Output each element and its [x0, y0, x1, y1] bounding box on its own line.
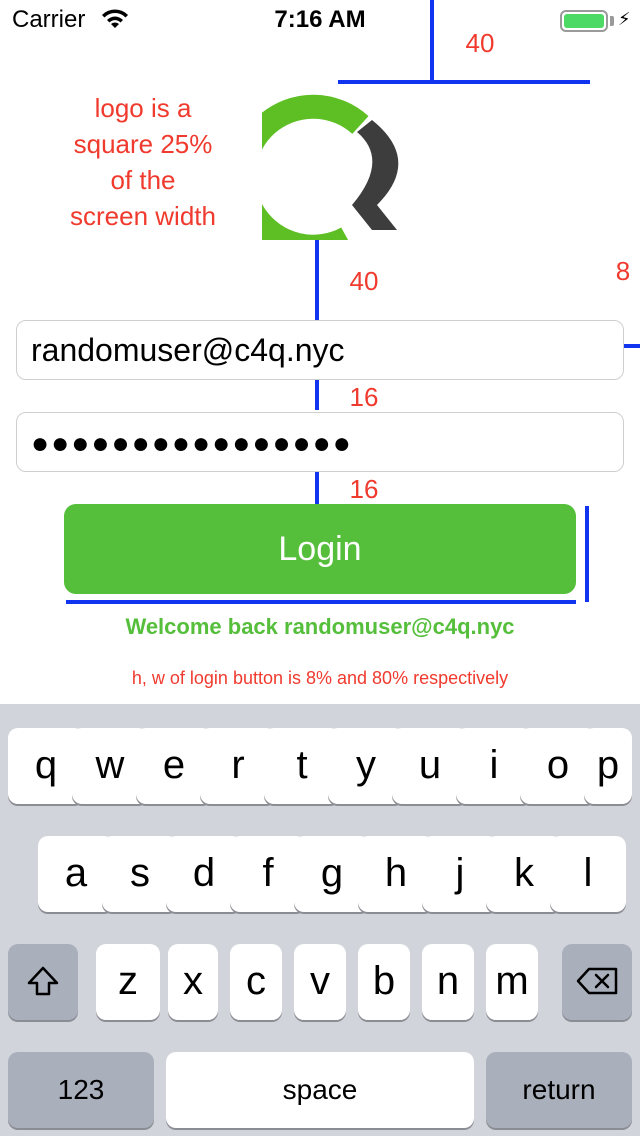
key-c[interactable]: c	[230, 944, 282, 1020]
key-l[interactable]: l	[550, 836, 626, 912]
key-p[interactable]: p	[584, 728, 632, 804]
numbers-key[interactable]: 123	[8, 1052, 154, 1128]
guide-line	[66, 600, 576, 604]
guide-line	[315, 472, 319, 504]
key-b[interactable]: b	[358, 944, 410, 1020]
button-size-annotation: h, w of login button is 8% and 80% respe…	[131, 668, 509, 688]
shift-icon	[27, 966, 59, 996]
guide-line	[315, 380, 319, 410]
key-m[interactable]: m	[486, 944, 538, 1020]
password-value: ●●●●●●●●●●●●●●●●	[31, 427, 353, 460]
email-value: randomuser@c4q.nyc	[31, 332, 345, 368]
email-field[interactable]: randomuser@c4q.nyc	[16, 320, 624, 380]
status-bar: Carrier 7:16 AM ⚡	[0, 0, 640, 40]
clock: 7:16 AM	[274, 6, 366, 33]
logo-icon	[262, 94, 399, 240]
top-spacing-annotation: 40	[465, 28, 495, 58]
key-n[interactable]: n	[422, 944, 474, 1020]
key-z[interactable]: z	[96, 944, 160, 1020]
battery-tip	[610, 16, 614, 26]
password-field[interactable]: ●●●●●●●●●●●●●●●●	[16, 412, 624, 472]
logo-size-annotation: logo is a square 25% of the screen width	[70, 93, 216, 231]
key-x[interactable]: x	[168, 944, 218, 1020]
return-key[interactable]: return	[486, 1052, 632, 1128]
charging-icon: ⚡	[618, 9, 631, 29]
backspace-icon	[576, 967, 618, 995]
key-v[interactable]: v	[294, 944, 346, 1020]
space-key[interactable]: space	[166, 1052, 474, 1128]
delete-key[interactable]	[562, 944, 632, 1020]
welcome-message: Welcome back randomuser@c4q.nyc	[125, 614, 515, 639]
email-password-spacing-annotation: 16	[349, 382, 379, 412]
side-margin-annotation: 8	[615, 256, 631, 286]
guide-line	[315, 240, 319, 320]
logo-email-spacing-annotation: 40	[349, 266, 379, 296]
shift-key[interactable]	[8, 944, 78, 1020]
keyboard: q w e r t y u i o p a s d f g h j k l z …	[0, 704, 640, 1136]
guide-line	[585, 506, 589, 602]
password-button-spacing-annotation: 16	[349, 474, 379, 504]
guide-line	[624, 344, 640, 348]
guide-line	[430, 0, 434, 82]
login-button[interactable]: Login	[64, 504, 576, 594]
battery-icon	[560, 10, 608, 32]
